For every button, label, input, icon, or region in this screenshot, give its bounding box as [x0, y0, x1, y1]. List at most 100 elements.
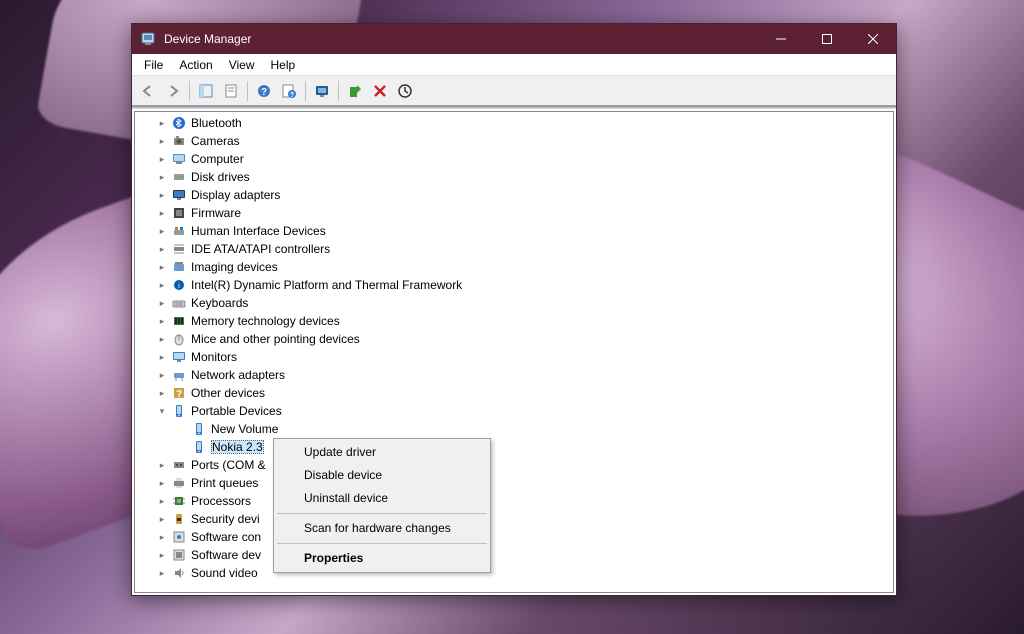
- tree-category[interactable]: ▸Ports (COM &: [135, 456, 893, 474]
- tree-category[interactable]: ▸Network adapters: [135, 366, 893, 384]
- tree-label: Imaging devices: [191, 260, 278, 274]
- tree-category[interactable]: ▸IDE ATA/ATAPI controllers: [135, 240, 893, 258]
- close-button[interactable]: [850, 24, 896, 54]
- tree-category[interactable]: ▸Print queues: [135, 474, 893, 492]
- context-menu-item[interactable]: Properties: [276, 547, 488, 570]
- context-menu-item[interactable]: Update driver: [276, 441, 488, 464]
- tree-category[interactable]: ▸Software dev: [135, 546, 893, 564]
- tree-label: Software con: [191, 530, 261, 544]
- expand-icon[interactable]: ▸: [155, 334, 169, 345]
- softdev-icon: [171, 547, 187, 563]
- toolbar-separator: [247, 81, 248, 101]
- context-menu-separator: [277, 513, 487, 514]
- properties-button[interactable]: [219, 79, 243, 103]
- tree-category[interactable]: ▸ Memory technology devices: [135, 312, 893, 330]
- toolbar-border: [132, 106, 896, 109]
- svg-text:?: ?: [176, 389, 182, 400]
- show-hide-console-tree-button[interactable]: [194, 79, 218, 103]
- intel-icon: i: [171, 277, 187, 293]
- menu-view[interactable]: View: [221, 56, 263, 74]
- scan-hardware-button[interactable]: [310, 79, 334, 103]
- tree-category[interactable]: ▸Firmware: [135, 204, 893, 222]
- camera-icon: [171, 133, 187, 149]
- menu-action[interactable]: Action: [171, 56, 220, 74]
- device-tree-scroll[interactable]: ▸Bluetooth▸Cameras▸Computer▸Disk drives▸…: [135, 112, 893, 592]
- expand-icon[interactable]: ▸: [155, 208, 169, 219]
- tree-category[interactable]: ▸Keyboards: [135, 294, 893, 312]
- print-icon: [171, 475, 187, 491]
- tree-category[interactable]: ▾ Portable Devices: [135, 402, 893, 420]
- context-menu-item[interactable]: Uninstall device: [276, 487, 488, 510]
- update-driver-button[interactable]: [393, 79, 417, 103]
- tree-label: Memory technology devices: [191, 314, 340, 328]
- tree-category[interactable]: ▸Cameras: [135, 132, 893, 150]
- tree-category[interactable]: ▸Sound video: [135, 564, 893, 582]
- expand-icon[interactable]: ▸: [155, 568, 169, 579]
- tree-label: Nokia 2.3: [211, 440, 264, 454]
- expand-icon[interactable]: ▸: [155, 550, 169, 561]
- maximize-button[interactable]: [804, 24, 850, 54]
- minimize-button[interactable]: [758, 24, 804, 54]
- tree-label: Portable Devices: [191, 404, 282, 418]
- menu-help[interactable]: Help: [263, 56, 304, 74]
- help-topic-button[interactable]: ?: [277, 79, 301, 103]
- tree-category[interactable]: ▸ Security devi: [135, 510, 893, 528]
- tree-category[interactable]: ▸Bluetooth: [135, 114, 893, 132]
- expand-icon[interactable]: ▸: [155, 460, 169, 471]
- tree-category[interactable]: ▸?Other devices: [135, 384, 893, 402]
- expand-icon[interactable]: ▸: [155, 280, 169, 291]
- tree-category[interactable]: ▸Processors: [135, 492, 893, 510]
- expand-icon[interactable]: ▸: [155, 532, 169, 543]
- tree-category[interactable]: ▸ Computer: [135, 150, 893, 168]
- tree-label: Computer: [191, 152, 244, 166]
- expand-icon[interactable]: ▸: [155, 388, 169, 399]
- portable-icon: [171, 403, 187, 419]
- tree-category[interactable]: ▸Human Interface Devices: [135, 222, 893, 240]
- expand-icon[interactable]: ▸: [155, 118, 169, 129]
- tree-label: New Volume: [211, 422, 278, 436]
- tree-device[interactable]: New Volume: [135, 420, 893, 438]
- enable-button[interactable]: [343, 79, 367, 103]
- expand-icon[interactable]: ▾: [155, 406, 169, 417]
- help-button[interactable]: ?: [252, 79, 276, 103]
- bluetooth-icon: [171, 115, 187, 131]
- expand-icon[interactable]: ▸: [155, 478, 169, 489]
- toolbar-separator: [338, 81, 339, 101]
- tree-label: Mice and other pointing devices: [191, 332, 360, 346]
- tree-category[interactable]: ▸Display adapters: [135, 186, 893, 204]
- titlebar[interactable]: Device Manager: [132, 24, 896, 54]
- expand-icon[interactable]: ▸: [155, 136, 169, 147]
- tree-category[interactable]: ▸ Software con: [135, 528, 893, 546]
- forward-button[interactable]: [161, 79, 185, 103]
- computer-icon: [171, 151, 187, 167]
- tree-label: Security devi: [191, 512, 260, 526]
- expand-icon[interactable]: ▸: [155, 244, 169, 255]
- menu-file[interactable]: File: [136, 56, 171, 74]
- tree-category[interactable]: ▸ Imaging devices: [135, 258, 893, 276]
- expand-icon[interactable]: ▸: [155, 298, 169, 309]
- context-menu-item[interactable]: Disable device: [276, 464, 488, 487]
- tree-category[interactable]: ▸Disk drives: [135, 168, 893, 186]
- expand-icon[interactable]: ▸: [155, 514, 169, 525]
- context-menu-separator: [277, 543, 487, 544]
- expand-icon[interactable]: ▸: [155, 262, 169, 273]
- tree-category[interactable]: ▸ Monitors: [135, 348, 893, 366]
- expand-icon[interactable]: ▸: [155, 154, 169, 165]
- softcomp-icon: [171, 529, 187, 545]
- disable-button[interactable]: [368, 79, 392, 103]
- tree-category[interactable]: ▸iIntel(R) Dynamic Platform and Thermal …: [135, 276, 893, 294]
- back-button[interactable]: [136, 79, 160, 103]
- expand-icon[interactable]: ▸: [155, 352, 169, 363]
- network-icon: [171, 367, 187, 383]
- tree-device[interactable]: Nokia 2.3: [135, 438, 893, 456]
- expand-icon[interactable]: ▸: [155, 226, 169, 237]
- expand-icon[interactable]: ▸: [155, 316, 169, 327]
- expand-icon[interactable]: ▸: [155, 172, 169, 183]
- expand-icon[interactable]: ▸: [155, 190, 169, 201]
- tree-category[interactable]: ▸ Mice and other pointing devices: [135, 330, 893, 348]
- context-menu-item[interactable]: Scan for hardware changes: [276, 517, 488, 540]
- tree-label: Monitors: [191, 350, 237, 364]
- expand-icon[interactable]: ▸: [155, 496, 169, 507]
- context-menu: Update driverDisable deviceUninstall dev…: [273, 438, 491, 573]
- expand-icon[interactable]: ▸: [155, 370, 169, 381]
